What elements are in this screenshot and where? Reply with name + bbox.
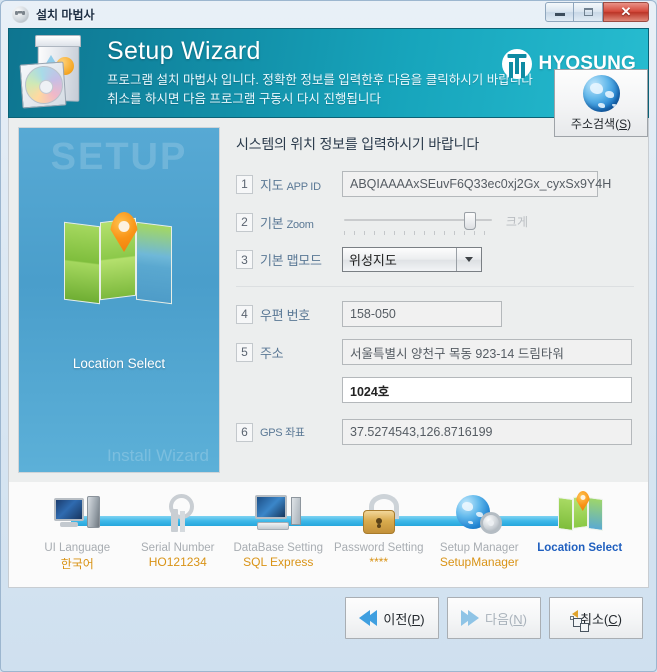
banner-line-2: 취소를 하시면 다음 프로그램 구동시 다시 진행됩니다 xyxy=(107,92,381,106)
step-name-location-select: Location Select xyxy=(537,542,623,554)
field-number-1: 1 xyxy=(236,174,253,194)
step-setup-manager[interactable]: Setup Manager SetupManager xyxy=(429,488,530,569)
step-name-ui-language: UI Language xyxy=(44,542,111,554)
globe-gear-icon xyxy=(429,488,530,540)
step-name-serial-number: Serial Number xyxy=(141,542,215,554)
previous-button[interactable]: 이전(P) xyxy=(345,597,439,639)
map-pin-icon xyxy=(530,488,631,540)
field-row-default-zoom: 2 기본 Zoom 크게 xyxy=(236,209,634,235)
map-mode-select[interactable]: 위성지도 xyxy=(342,247,482,272)
padlock-icon xyxy=(329,488,430,540)
cancel-windows-icon xyxy=(570,610,589,632)
field-label-map-mode: 기본 맵모드 xyxy=(260,253,322,268)
field-row-map-mode: 3 기본 맵모드 위성지도 xyxy=(236,247,634,272)
slider-ticks xyxy=(344,231,492,235)
side-watermark-bottom: Install Wizard xyxy=(106,446,209,465)
maximize-button[interactable] xyxy=(574,2,603,22)
step-value-password-setting: **** xyxy=(369,555,389,569)
location-form: 시스템의 위치 정보를 입력하시기 바랍니다 1 지도 APP ID ABQIA… xyxy=(220,69,648,482)
field-row-zip-code: 4 우편 번호 158-050 xyxy=(236,301,634,327)
step-value-setup-manager: SetupManager xyxy=(439,555,519,569)
setup-disc-icon xyxy=(12,6,29,23)
hyosung-mark-icon xyxy=(501,49,532,79)
banner-text-block: Setup Wizard 프로그램 설치 마법사 입니다. 정확한 정보를 입력… xyxy=(107,37,533,109)
zip-code-input[interactable]: 158-050 xyxy=(342,301,502,327)
minimize-button[interactable] xyxy=(545,2,574,22)
field-number-4: 4 xyxy=(236,304,253,324)
footer-buttons: 이전(P) 다음(N) 취소(C) xyxy=(8,588,649,648)
step-name-database-setting: DataBase Setting xyxy=(233,542,323,554)
address-detail-input[interactable]: 1024호 xyxy=(342,377,632,403)
address-search-button[interactable]: 주소검색(S) xyxy=(554,69,648,137)
field-number-6: 6 xyxy=(236,422,253,442)
address-input[interactable]: 서울특별시 양천구 목동 923-14 드림타워 xyxy=(342,339,632,365)
window-controls: ✕ xyxy=(545,2,649,22)
map-app-id-input[interactable]: ABQIAAAAxSEuvF6Q33ec0xj2Gx_cyxSx9Y4H xyxy=(342,171,611,197)
next-button-label: 다음(N) xyxy=(485,611,527,627)
address-search-button-label: 주소검색(S) xyxy=(570,116,632,131)
field-label-zip-code: 우편 번호 xyxy=(260,307,310,323)
field-label-address: 주소 xyxy=(260,345,284,361)
cancel-button[interactable]: 취소(C) xyxy=(549,597,643,639)
step-serial-number[interactable]: Serial Number HO121234 xyxy=(128,488,229,569)
database-pc-icon xyxy=(228,488,329,540)
banner-title: Setup Wizard xyxy=(107,37,261,65)
title-bar: 설치 마법사 ✕ xyxy=(8,1,649,28)
default-zoom-slider[interactable]: 크게 xyxy=(342,209,528,235)
gps-coordinates-input[interactable]: 37.5274543,126.8716199 xyxy=(342,419,632,445)
software-box-cd-icon xyxy=(15,33,93,113)
step-ui-language[interactable]: UI Language 한국어 xyxy=(27,488,128,572)
header-banner: Setup Wizard 프로그램 설치 마법사 입니다. 정확한 정보를 입력… xyxy=(8,28,649,118)
next-button[interactable]: 다음(N) xyxy=(447,597,541,639)
desktop-pc-icon xyxy=(27,488,128,540)
setup-wizard-window: 설치 마법사 ✕ Setup Wizard 프로그램 설치 마법사 입니다. 정… xyxy=(0,0,657,672)
field-label-map-app-id: 지도 APP ID xyxy=(260,177,321,193)
field-row-address-detail: 1024호 xyxy=(236,377,634,403)
double-arrow-left-icon xyxy=(359,610,378,626)
map-mode-selected-value: 위성지도 xyxy=(349,253,397,268)
form-heading: 시스템의 위치 정보를 입력하시기 바랍니다 xyxy=(236,136,479,152)
step-location-select[interactable]: Location Select xyxy=(530,488,631,555)
step-value-ui-language: 한국어 xyxy=(60,557,94,571)
field-row-map-app-id: 1 지도 APP ID ABQIAAAAxSEuvF6Q33ec0xj2Gx_c… xyxy=(236,171,634,197)
side-watermark-top: SETUP xyxy=(50,136,188,178)
side-panel-caption: Location Select xyxy=(72,356,166,371)
maximize-icon xyxy=(583,8,593,16)
field-row-gps: 6 GPS 좌표 37.5274543,126.8716199 xyxy=(236,419,634,445)
form-divider xyxy=(236,286,634,287)
keys-icon xyxy=(128,488,229,540)
side-illustration-panel: SETUP Location Select Install Wizard xyxy=(18,127,220,473)
step-name-setup-manager: Setup Manager xyxy=(439,542,519,554)
step-name-password-setting: Password Setting xyxy=(334,542,424,554)
content-area: SETUP Location Select Install Wizard 시스템… xyxy=(8,69,649,482)
close-button[interactable]: ✕ xyxy=(603,2,649,22)
window-title: 설치 마법사 xyxy=(36,8,95,22)
field-row-address: 5 주소 서울특별시 양천구 목동 923-14 드림타워 xyxy=(236,339,634,365)
field-number-2: 2 xyxy=(236,212,253,232)
map-pin-icon xyxy=(64,212,174,305)
previous-button-label: 이전(P) xyxy=(383,611,425,627)
field-label-default-zoom: 기본 Zoom xyxy=(260,215,314,231)
globe-icon xyxy=(582,74,620,112)
field-label-gps: GPS 좌표 xyxy=(260,427,305,439)
slider-thumb[interactable] xyxy=(464,212,476,230)
banner-line-1: 프로그램 설치 마법사 입니다. 정확한 정보를 입력한후 다음을 클릭하시기 … xyxy=(107,73,533,87)
chevron-down-icon[interactable] xyxy=(456,248,481,271)
double-arrow-right-icon xyxy=(461,610,479,626)
step-password-setting[interactable]: Password Setting **** xyxy=(329,488,430,569)
minimize-icon xyxy=(554,13,565,16)
slider-max-label: 크게 xyxy=(505,215,528,229)
field-number-3: 3 xyxy=(236,250,253,269)
step-value-database-setting: SQL Express xyxy=(243,555,314,569)
field-number-5: 5 xyxy=(236,342,253,362)
wizard-steps-bar: UI Language 한국어 Serial Number HO121234 D… xyxy=(8,482,649,588)
step-database-setting[interactable]: DataBase Setting SQL Express xyxy=(228,488,329,569)
close-icon: ✕ xyxy=(620,4,632,19)
step-value-serial-number: HO121234 xyxy=(148,555,207,569)
